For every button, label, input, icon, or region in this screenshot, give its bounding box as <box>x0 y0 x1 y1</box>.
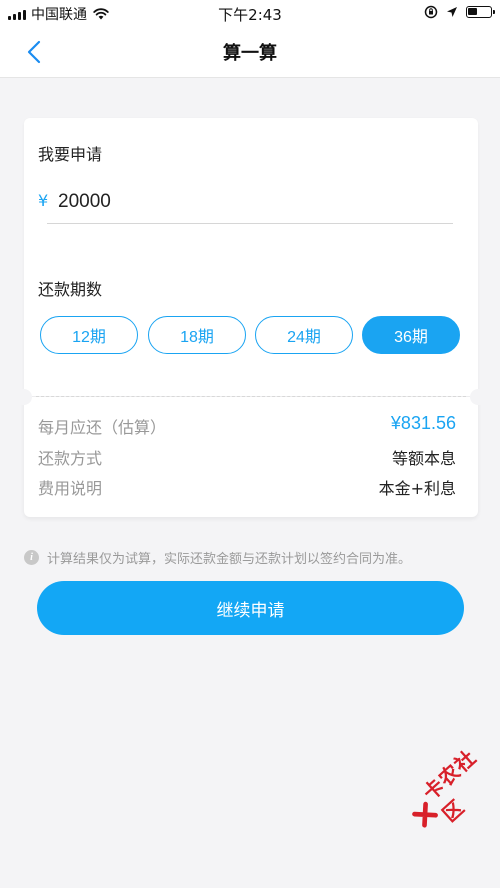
card-notch-right <box>470 389 486 405</box>
monthly-payment-label: 每月应还（估算） <box>38 418 167 437</box>
term-option-24[interactable]: 24期 <box>255 316 353 354</box>
page-title: 算一算 <box>223 43 277 64</box>
repayment-term-label: 还款期数 <box>38 280 103 299</box>
fee-description-label: 费用说明 <box>38 479 103 498</box>
card-notch-left <box>16 389 32 405</box>
term-option-12[interactable]: 12期 <box>40 316 138 354</box>
apply-amount-label: 我要申请 <box>38 145 103 164</box>
term-option-36[interactable]: 36期 <box>362 316 460 354</box>
dashed-divider <box>36 396 466 397</box>
status-right <box>424 5 495 19</box>
repayment-method-label: 还款方式 <box>38 449 103 468</box>
fee-description-value: 本金+利息 <box>378 479 456 498</box>
battery-icon <box>466 6 495 18</box>
nav-bar: 算一算 <box>0 26 500 78</box>
disclaimer-text: 计算结果仅为试算，实际还款金额与还款计划以签约合同为准。 <box>47 552 412 567</box>
monthly-payment-value: ¥831.56 <box>390 413 456 433</box>
amount-underline <box>47 223 453 224</box>
status-bar: 中国联通 下午2:43 <box>0 0 500 26</box>
continue-apply-button[interactable]: 继续申请 <box>37 581 464 635</box>
currency-symbol: ¥ <box>38 191 49 210</box>
repayment-method-value: 等额本息 <box>391 449 456 468</box>
watermark: 卡农社区 <box>398 732 500 843</box>
info-icon: i <box>24 550 39 565</box>
disclaimer: i 计算结果仅为试算，实际还款金额与还款计划以签约合同为准。 <box>24 548 411 567</box>
term-option-18[interactable]: 18期 <box>148 316 246 354</box>
amount-input[interactable] <box>58 186 448 218</box>
rotation-lock-icon <box>424 5 438 19</box>
location-icon <box>447 7 457 17</box>
